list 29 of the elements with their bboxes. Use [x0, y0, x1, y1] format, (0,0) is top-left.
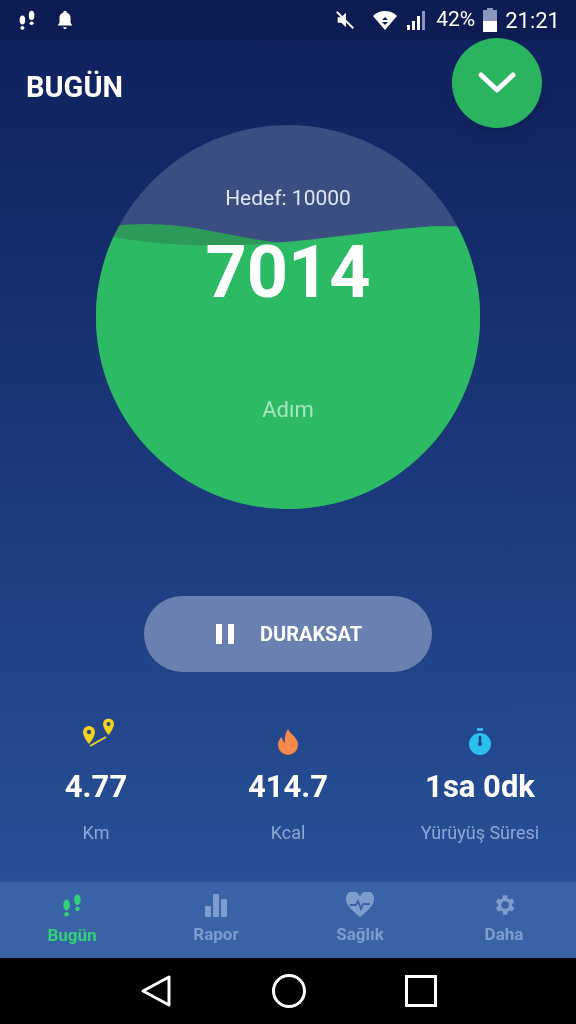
- stat-label: Km: [82, 820, 110, 845]
- battery-percent: 42%: [436, 6, 476, 34]
- goal-label: Hedef: 10000: [225, 185, 351, 212]
- battery-icon: [483, 8, 498, 32]
- home-icon[interactable]: [271, 973, 307, 1009]
- stat-value: 4.77: [64, 767, 128, 807]
- clock: 21:21: [505, 6, 560, 35]
- step-unit: Adım: [262, 395, 314, 424]
- stat-label: Yürüyüş Süresi: [420, 820, 540, 845]
- heartbeat-icon: [345, 892, 375, 919]
- bar-chart-icon: [203, 892, 229, 919]
- recents-icon[interactable]: [405, 975, 437, 1007]
- mute-icon: [334, 9, 357, 31]
- chevron-down-icon: [477, 71, 517, 95]
- nav-tab[interactable]: Bugün: [0, 882, 144, 958]
- step-count: 7014: [205, 236, 371, 309]
- stat-value: 414.7: [247, 767, 329, 807]
- back-icon[interactable]: [139, 974, 173, 1008]
- pause-button[interactable]: DURAKSAT: [144, 596, 432, 672]
- nav-tab[interactable]: Daha: [432, 882, 576, 958]
- stat-label: Kcal: [270, 820, 306, 845]
- wifi-icon: [372, 9, 399, 31]
- pause-icon: [213, 623, 236, 645]
- stat-value: 1sa 0dk: [425, 767, 535, 807]
- nav-tab[interactable]: Rapor: [144, 882, 288, 958]
- nav-tab[interactable]: Sağlık: [288, 882, 432, 958]
- stopwatch-icon: [467, 728, 493, 756]
- page-title: BUGÜN: [26, 69, 123, 106]
- flame-icon: [275, 728, 301, 756]
